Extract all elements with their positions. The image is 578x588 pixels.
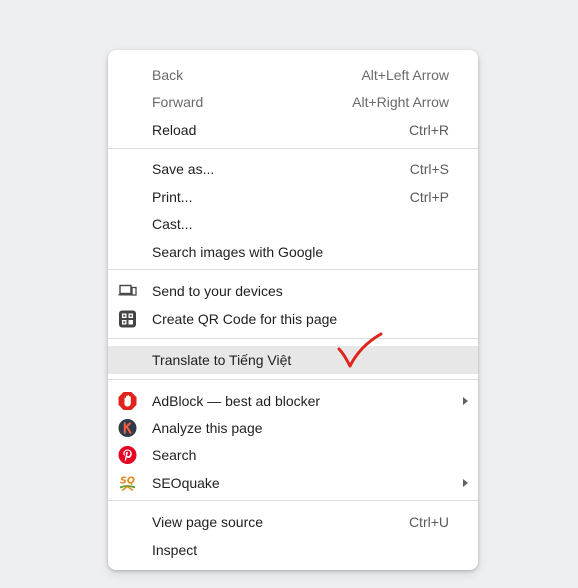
menu-item-pinterest-search[interactable]: Search — [108, 441, 478, 468]
menu-item-shortcut: Ctrl+R — [408, 121, 449, 138]
menu-item-analyze[interactable]: Analyze this page — [108, 414, 478, 441]
menu-item-shortcut: Alt+Right Arrow — [352, 93, 449, 110]
menu-item-label: Send to your devices — [152, 282, 283, 299]
menu-item-search-images[interactable]: Search images with Google — [108, 238, 478, 265]
menu-separator — [108, 269, 478, 270]
submenu-arrow-icon — [463, 396, 468, 405]
menu-item-print[interactable]: Print... Ctrl+P — [108, 183, 478, 210]
menu-item-translate[interactable]: Translate to Tiếng Việt — [108, 346, 478, 374]
menu-item-create-qr[interactable]: Create QR Code for this page — [108, 305, 478, 332]
menu-item-label: Back — [152, 66, 184, 83]
menu-item-label: View page source — [152, 513, 264, 530]
menu-item-seoquake[interactable]: SQ SEOquake — [108, 469, 478, 496]
context-menu: Back Alt+Left Arrow Forward Alt+Right Ar… — [108, 50, 478, 570]
devices-icon — [118, 281, 137, 300]
menu-item-label: SEOquake — [152, 474, 220, 491]
menu-item-label: Inspect — [152, 541, 198, 558]
pinterest-icon — [118, 445, 137, 464]
svg-text:SQ: SQ — [120, 475, 135, 486]
menu-item-save-as[interactable]: Save as... Ctrl+S — [108, 155, 478, 182]
menu-separator — [108, 500, 478, 501]
k-logo-icon — [118, 418, 137, 437]
qr-code-icon — [118, 309, 137, 328]
checkmark-annotation-icon — [337, 332, 383, 368]
menu-item-shortcut: Ctrl+S — [409, 160, 449, 177]
menu-item-label: AdBlock — best ad blocker — [152, 392, 321, 409]
menu-item-cast[interactable]: Cast... — [108, 210, 478, 237]
menu-item-label: Search images with Google — [152, 243, 324, 260]
menu-separator — [108, 148, 478, 149]
menu-item-inspect[interactable]: Inspect — [108, 536, 478, 563]
menu-item-view-source[interactable]: View page source Ctrl+U — [108, 508, 478, 535]
menu-separator — [108, 338, 478, 339]
seoquake-icon: SQ — [118, 473, 137, 492]
menu-separator — [108, 379, 478, 380]
menu-item-forward[interactable]: Forward Alt+Right Arrow — [108, 88, 478, 115]
menu-item-label: Reload — [152, 121, 197, 138]
menu-item-label: Search — [152, 446, 197, 463]
menu-item-back[interactable]: Back Alt+Left Arrow — [108, 61, 478, 88]
menu-item-label: Create QR Code for this page — [152, 310, 338, 327]
menu-item-label: Forward — [152, 93, 204, 110]
menu-item-shortcut: Ctrl+U — [408, 513, 449, 530]
menu-item-send-to-devices[interactable]: Send to your devices — [108, 277, 478, 304]
menu-item-shortcut: Alt+Left Arrow — [361, 66, 449, 83]
submenu-arrow-icon — [463, 478, 468, 487]
menu-item-shortcut: Ctrl+P — [409, 188, 449, 205]
menu-item-label: Save as... — [152, 160, 215, 177]
menu-item-label: Translate to Tiếng Việt — [152, 352, 292, 368]
adblock-hand-icon — [118, 391, 137, 410]
menu-item-label: Print... — [152, 188, 193, 205]
menu-item-adblock[interactable]: AdBlock — best ad blocker — [108, 387, 478, 414]
menu-item-reload[interactable]: Reload Ctrl+R — [108, 116, 478, 143]
menu-item-label: Cast... — [152, 215, 193, 232]
menu-item-label: Analyze this page — [152, 419, 263, 436]
